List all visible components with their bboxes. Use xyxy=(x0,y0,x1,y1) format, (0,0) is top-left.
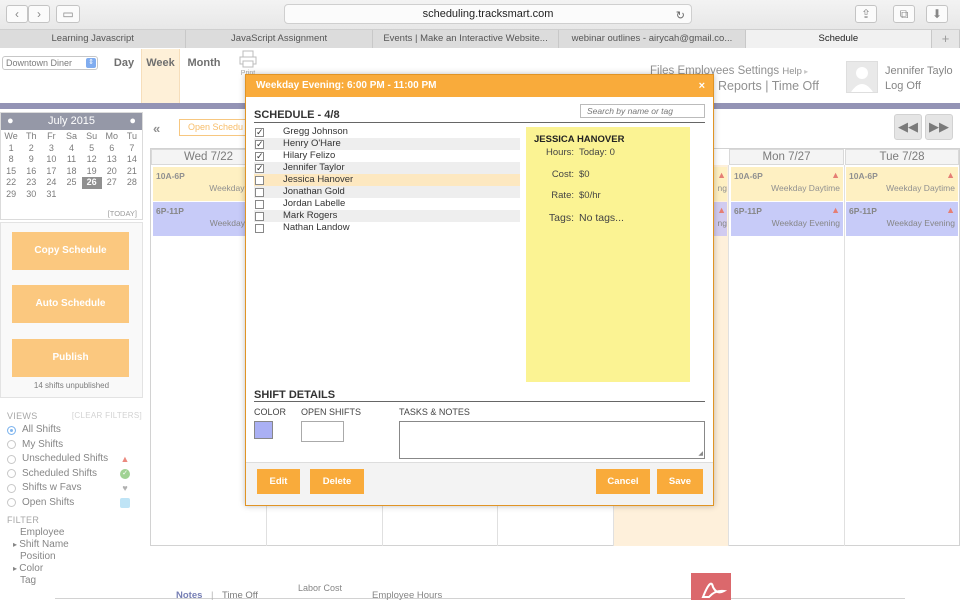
sidebar-toggle-icon[interactable]: ▭ xyxy=(56,5,80,23)
employee-name: Jessica Hanover xyxy=(283,174,354,185)
employee-search-input[interactable]: Search by name or tag xyxy=(580,104,705,118)
employee-name: Hilary Felizo xyxy=(283,150,336,161)
checkbox-icon[interactable] xyxy=(255,199,264,209)
employee-row[interactable]: ✓ Henry O'Hare xyxy=(254,138,520,150)
detail-key: Tags: xyxy=(548,212,574,224)
employee-name: Henry O'Hare xyxy=(283,138,341,149)
employee-row[interactable]: Mark Rogers xyxy=(254,210,520,222)
divider xyxy=(254,401,705,402)
employee-name: Jonathan Gold xyxy=(283,186,345,197)
open-shifts-label: OPEN SHIFTS xyxy=(301,407,362,417)
color-swatch[interactable] xyxy=(254,421,273,439)
reload-icon[interactable]: ↻ xyxy=(676,7,685,25)
tab-schedule[interactable]: Schedule xyxy=(745,30,933,48)
detail-employee-name: JESSICA HANOVER xyxy=(534,134,625,145)
close-icon[interactable]: × xyxy=(699,75,705,97)
cancel-button[interactable]: Cancel xyxy=(596,469,650,494)
checkbox-checked-icon[interactable]: ✓ xyxy=(255,139,264,149)
employee-row[interactable]: Jessica Hanover xyxy=(254,174,520,186)
back-icon[interactable]: ‹ xyxy=(6,5,28,23)
checkbox-icon[interactable] xyxy=(255,211,264,221)
employee-row[interactable]: ✓ Gregg Johnson xyxy=(254,126,520,138)
color-label: COLOR xyxy=(254,407,287,417)
downloads-icon[interactable]: ⬇ xyxy=(926,5,948,23)
resize-handle-icon[interactable]: ◢ xyxy=(698,450,703,457)
detail-key: Hours: xyxy=(546,147,574,158)
tasks-notes-textarea[interactable]: ◢ xyxy=(399,421,705,459)
employee-name: Jennifer Taylor xyxy=(283,162,345,173)
employee-name: Nathan Landow xyxy=(283,222,350,233)
open-shifts-input[interactable] xyxy=(301,421,344,442)
checkbox-icon[interactable] xyxy=(255,175,264,185)
employee-detail-card: JESSICA HANOVER Hours: Today: 0 Cost: $0 R… xyxy=(526,127,690,382)
employee-name: Gregg Johnson xyxy=(283,126,348,137)
schedule-count-heading: SCHEDULE - 4/8 xyxy=(254,109,340,121)
tab-events[interactable]: Events | Make an Interactive Website... xyxy=(372,30,560,48)
checkbox-icon[interactable] xyxy=(255,187,264,197)
detail-value: $0 xyxy=(579,169,590,180)
employee-row[interactable]: Nathan Landow xyxy=(254,222,520,234)
detail-value: Today: 0 xyxy=(579,147,615,158)
tabs-icon[interactable]: ⧉ xyxy=(893,5,915,23)
new-tab-button[interactable]: + xyxy=(932,30,960,48)
tab-javascript-assignment[interactable]: JavaScript Assignment xyxy=(186,30,373,48)
tab-webinar-outlines[interactable]: webinar outlines - airycah@gmail.co... xyxy=(559,30,746,48)
detail-key: Cost: xyxy=(551,169,574,180)
checkbox-checked-icon[interactable]: ✓ xyxy=(255,127,264,137)
detail-tags-row: Tags: No tags... xyxy=(526,212,686,224)
forward-icon[interactable]: › xyxy=(28,5,50,23)
edit-button[interactable]: Edit xyxy=(257,469,300,494)
checkbox-checked-icon[interactable]: ✓ xyxy=(255,163,264,173)
share-icon[interactable]: ⇪ xyxy=(855,5,877,23)
url-text: scheduling.tracksmart.com xyxy=(422,8,554,20)
employee-row[interactable]: Jordan Labelle xyxy=(254,198,520,210)
modal-title: Weekday Evening: 6:00 PM - 11:00 PM xyxy=(256,80,437,91)
employee-row[interactable]: Jonathan Gold xyxy=(254,186,520,198)
employee-row[interactable]: ✓ Jennifer Taylor xyxy=(254,162,520,174)
save-button[interactable]: Save xyxy=(657,469,703,494)
detail-rate-row: Rate: $0/hr xyxy=(526,190,686,201)
detail-cost-row: Cost: $0 xyxy=(526,169,686,180)
employee-name: Jordan Labelle xyxy=(283,198,346,209)
shift-modal: Weekday Evening: 6:00 PM - 11:00 PM × SC… xyxy=(245,74,714,506)
tab-learning-javascript[interactable]: Learning Javascript xyxy=(0,30,187,48)
divider xyxy=(254,122,705,123)
tab-strip: Learning Javascript JavaScript Assignmen… xyxy=(0,29,960,48)
detail-value: $0/hr xyxy=(579,190,601,201)
checkbox-checked-icon[interactable]: ✓ xyxy=(255,151,264,161)
modal-header: Weekday Evening: 6:00 PM - 11:00 PM × xyxy=(246,75,713,97)
employee-row[interactable]: ✓ Hilary Felizo xyxy=(254,150,520,162)
browser-chrome: ‹ › ▭ scheduling.tracksmart.com ↻ ⇪ ⧉ ⬇ L… xyxy=(0,0,960,48)
shift-details-heading: SHIFT DETAILS xyxy=(254,389,336,401)
employee-name: Mark Rogers xyxy=(283,210,338,221)
detail-key: Rate: xyxy=(551,190,574,201)
delete-button[interactable]: Delete xyxy=(310,469,364,494)
detail-hours-row: Hours: Today: 0 xyxy=(526,147,686,158)
checkbox-icon[interactable] xyxy=(255,223,264,233)
tasks-notes-label: TASKS & NOTES xyxy=(399,407,470,417)
url-bar[interactable]: scheduling.tracksmart.com ↻ xyxy=(284,4,692,24)
detail-value: No tags... xyxy=(579,212,624,224)
employee-list: ✓ Gregg Johnson ✓ Henry O'Hare ✓ Hilary Feliz… xyxy=(254,126,520,234)
